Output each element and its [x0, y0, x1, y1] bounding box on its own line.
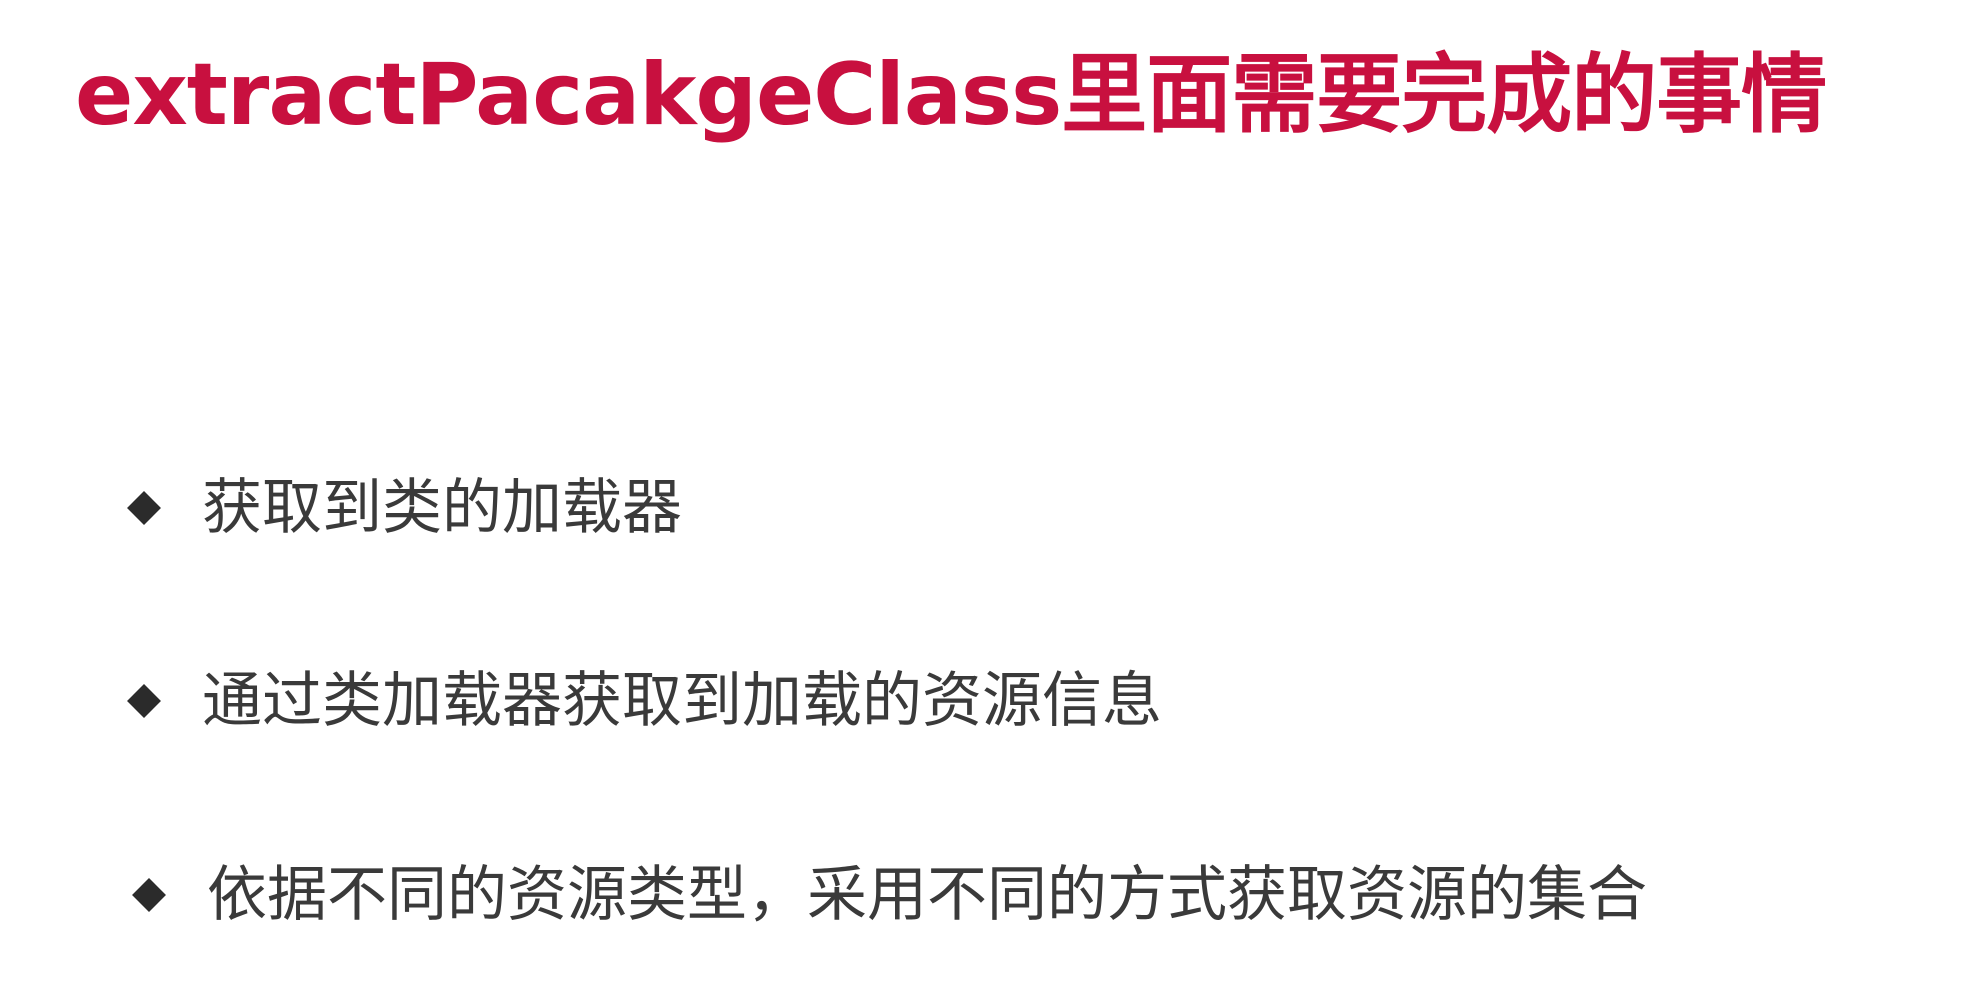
diamond-bullet-icon — [128, 492, 160, 524]
bullet-item: 通过类加载器获取到加载的资源信息 — [128, 663, 1162, 739]
bullet-list: 获取到类的加载器 通过类加载器获取到加载的资源信息 依据不同的资源类型，采用不同… — [0, 0, 1973, 993]
bullet-text: 获取到类的加载器 — [202, 473, 682, 543]
diamond-bullet-icon — [133, 879, 165, 911]
bullet-text: 通过类加载器获取到加载的资源信息 — [202, 666, 1162, 736]
diamond-bullet-icon — [128, 685, 160, 717]
slide: extractPacakgeClass里面需要完成的事情 获取到类的加载器 通过… — [0, 0, 1973, 993]
bullet-item: 获取到类的加载器 — [128, 470, 682, 546]
bullet-item: 依据不同的资源类型，采用不同的方式获取资源的集合 — [133, 857, 1647, 933]
bullet-text: 依据不同的资源类型，采用不同的方式获取资源的集合 — [207, 860, 1647, 930]
